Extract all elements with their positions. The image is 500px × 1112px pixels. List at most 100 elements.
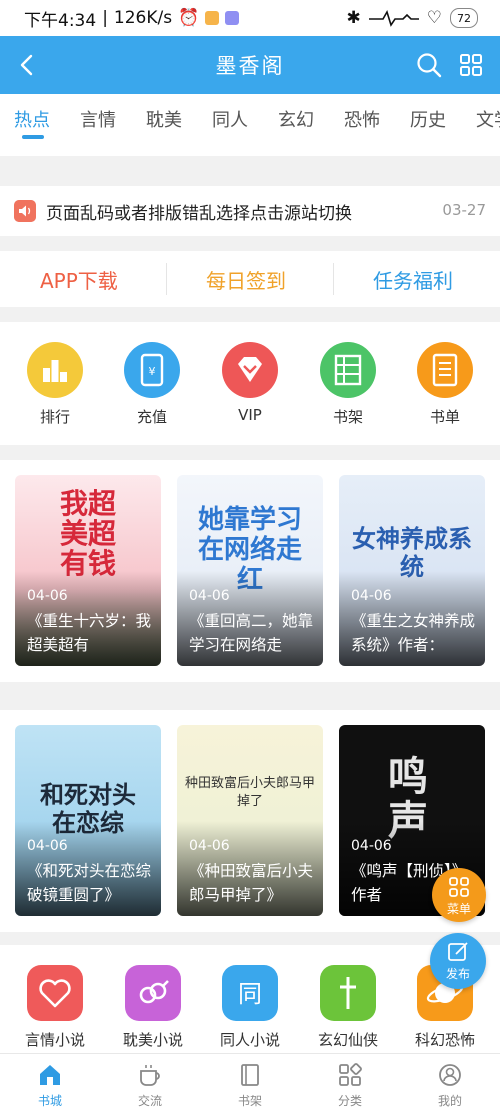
- tab-romance[interactable]: 言情: [80, 106, 116, 132]
- status-right: ✱ ♡ 72: [347, 8, 478, 28]
- cup-icon: [140, 1065, 160, 1086]
- category-danmei[interactable]: 耽美小说: [111, 965, 195, 1050]
- app-notification-icon-2: [225, 11, 240, 25]
- app-bar: 墨香阁: [0, 36, 500, 94]
- nav-profile-label: 我的: [437, 1094, 462, 1108]
- nav-community-label: 交流: [137, 1094, 162, 1108]
- category-danmei-label: 耽美小说: [122, 1031, 183, 1049]
- gender-icon: [125, 965, 181, 1021]
- tab-history[interactable]: 历史: [410, 106, 446, 132]
- book-date: 04-06: [27, 588, 68, 604]
- tab-danmei[interactable]: 耽美: [146, 106, 182, 132]
- nav-bookstore-label: 书城: [37, 1094, 62, 1108]
- ranking-icon: [27, 342, 83, 398]
- booklist-icon: [417, 342, 473, 398]
- category-tabs: 热点 言情 耽美 同人 玄幻 恐怖 历史 文学: [0, 94, 500, 142]
- post-fab-label: 发布: [445, 967, 470, 981]
- status-bar: 下午4:34 | 126K/s ⏰ ✱ ♡ 72: [0, 0, 500, 36]
- book-grid-row-2: 和死对头在恋综 04-06 《和死对头在恋综破镜重圆了》 种田致富后小夫郎马甲掉…: [0, 710, 500, 932]
- notice-date: 03-27: [442, 201, 486, 219]
- menu-fab-button[interactable]: 菜单: [432, 868, 486, 922]
- book-icon: [241, 1064, 259, 1086]
- book-cover-title: 种田致富后小夫郎马甲掉了: [184, 776, 315, 809]
- sword-icon: [320, 965, 376, 1021]
- book-card[interactable]: 我超美超有钱 04-06 《重生十六岁：我超美超有: [15, 475, 161, 666]
- category-fanfic[interactable]: 同 同人小说: [208, 965, 292, 1050]
- book-date: 04-06: [27, 838, 68, 854]
- book-card[interactable]: 和死对头在恋综 04-06 《和死对头在恋综破镜重圆了》: [15, 725, 161, 916]
- heart-icon: ♡: [426, 8, 442, 28]
- back-arrow-icon[interactable]: [12, 50, 42, 80]
- booklist-entry[interactable]: 书单: [405, 342, 485, 427]
- status-left: 下午4:34 | 126K/s ⏰: [24, 6, 240, 31]
- search-icon[interactable]: [414, 50, 444, 80]
- post-fab-button[interactable]: 发布: [430, 933, 486, 989]
- profile-icon: [439, 1064, 461, 1086]
- category-fanfic-label: 同人小说: [219, 1031, 280, 1049]
- bottom-navigation: 书城 交流 书架 分类 我的: [0, 1053, 500, 1112]
- tab-horror[interactable]: 恐怖: [344, 106, 380, 132]
- app-download-button[interactable]: APP下载: [40, 265, 118, 294]
- nav-bookstore[interactable]: 书城: [10, 1062, 90, 1109]
- ranking-entry[interactable]: 排行: [15, 342, 95, 427]
- vip-label: VIP: [238, 406, 262, 424]
- book-card[interactable]: 女神养成系统 04-06 《重生之女神养成系统》作者：: [339, 475, 485, 666]
- book-date: 04-06: [351, 588, 392, 604]
- recharge-entry[interactable]: ¥ 充值: [112, 342, 192, 427]
- page-title: 墨香阁: [215, 54, 285, 78]
- tong-icon: 同: [222, 965, 278, 1021]
- category-fantasy[interactable]: 玄幻仙侠: [306, 965, 390, 1050]
- book-title: 《重生之女神养成系统》作者：: [351, 612, 476, 654]
- divider-strip: [0, 142, 500, 156]
- quick-actions: APP下载 每日签到 任务福利: [0, 251, 500, 307]
- book-card[interactable]: 种田致富后小夫郎马甲掉了 04-06 《种田致富后小夫郎马甲掉了》: [177, 725, 323, 916]
- category-scifi-horror-label: 科幻恐怖: [414, 1031, 475, 1049]
- tab-hot[interactable]: 热点: [14, 106, 50, 132]
- menu-fab-label: 菜单: [446, 902, 471, 916]
- nav-bookshelf[interactable]: 书架: [210, 1062, 290, 1109]
- category-romance-label: 言情小说: [24, 1031, 85, 1049]
- heartrate-icon: [368, 9, 419, 27]
- bookshelf-entry[interactable]: 书架: [308, 342, 388, 427]
- notice-bar[interactable]: 页面乱码或者排版错乱选择点击源站切换 03-27: [0, 186, 500, 236]
- grid-icon: [449, 877, 469, 897]
- alarm-icon: ⏰: [178, 8, 200, 28]
- nav-profile[interactable]: 我的: [410, 1062, 490, 1109]
- category-romance[interactable]: 言情小说: [13, 965, 97, 1050]
- category-shortcuts: 言情小说 耽美小说 同 同人小说 玄幻仙侠 科幻恐怖: [0, 945, 500, 1053]
- svg-text:¥: ¥: [149, 365, 156, 378]
- heart-icon: [27, 965, 83, 1021]
- tab-fanfic[interactable]: 同人: [212, 106, 248, 132]
- vip-diamond-icon: [222, 342, 278, 398]
- booklist-label: 书单: [429, 408, 460, 426]
- category-fantasy-label: 玄幻仙侠: [317, 1031, 378, 1049]
- nav-community[interactable]: 交流: [110, 1062, 190, 1109]
- recharge-icon: ¥: [124, 342, 180, 398]
- status-separator: |: [102, 8, 108, 28]
- tab-active-indicator: [22, 135, 44, 139]
- ranking-label: 排行: [39, 408, 70, 426]
- app-notification-icon: [205, 11, 220, 25]
- grid-menu-icon[interactable]: [456, 50, 486, 80]
- divider: [166, 263, 167, 295]
- book-title: 《种田致富后小夫郎马甲掉了》: [189, 862, 314, 904]
- nav-category[interactable]: 分类: [310, 1062, 390, 1109]
- category-icon: [339, 1063, 362, 1086]
- task-rewards-button[interactable]: 任务福利: [373, 265, 453, 294]
- edit-icon: [448, 942, 468, 961]
- book-date: 04-06: [351, 838, 392, 854]
- book-date: 04-06: [189, 838, 230, 854]
- book-title: 《重回高二，她靠学习在网络走: [189, 612, 314, 654]
- svg-text:同: 同: [238, 980, 262, 1008]
- notice-text: 页面乱码或者排版错乱选择点击源站切换: [46, 204, 352, 224]
- tab-fantasy[interactable]: 玄幻: [278, 106, 314, 132]
- book-title: 《重生十六岁：我超美超有: [27, 612, 152, 654]
- tab-literature[interactable]: 文学: [476, 106, 500, 132]
- book-title: 《和死对头在恋综破镜重圆了》: [27, 862, 152, 904]
- divider: [333, 263, 334, 295]
- daily-checkin-button[interactable]: 每日签到: [206, 265, 286, 294]
- vip-entry[interactable]: VIP: [210, 342, 290, 424]
- nav-bookshelf-label: 书架: [237, 1094, 262, 1108]
- book-card[interactable]: 她靠学习在网络走红 04-06 《重回高二，她靠学习在网络走: [177, 475, 323, 666]
- status-network-speed: 126K/s: [113, 8, 173, 28]
